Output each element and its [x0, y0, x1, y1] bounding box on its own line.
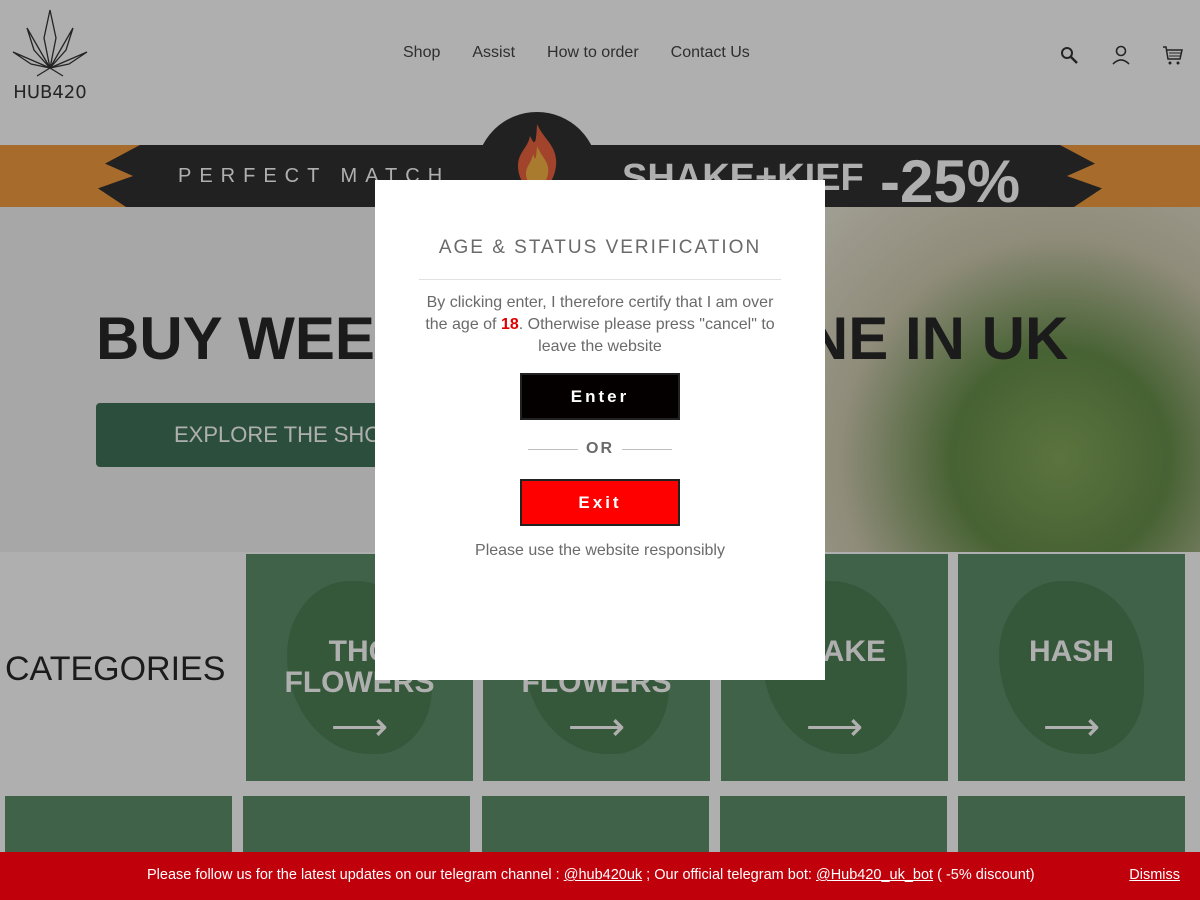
dismiss-link[interactable]: Dismiss [1129, 867, 1180, 883]
modal-footer-text: Please use the website responsibly [475, 542, 725, 559]
exit-button[interactable]: Exit [520, 479, 680, 526]
modal-title: AGE & STATUS VERIFICATION [438, 237, 762, 258]
telegram-notice-bar: Please follow us for the latest updates … [0, 852, 1200, 900]
modal-divider [419, 279, 781, 280]
telegram-message: Please follow us for the latest updates … [147, 867, 1035, 883]
telegram-bot-link[interactable]: @Hub420_uk_bot [816, 867, 933, 883]
enter-button[interactable]: Enter [520, 373, 680, 420]
age-verification-modal: AGE & STATUS VERIFICATION By clicking en… [375, 180, 825, 680]
age-value: 18 [500, 316, 519, 333]
or-separator: OR [375, 440, 825, 458]
or-label: OR [586, 440, 614, 457]
telegram-channel-link[interactable]: @hub420uk [564, 867, 642, 883]
modal-text: By clicking enter, I therefore certify t… [425, 294, 775, 355]
